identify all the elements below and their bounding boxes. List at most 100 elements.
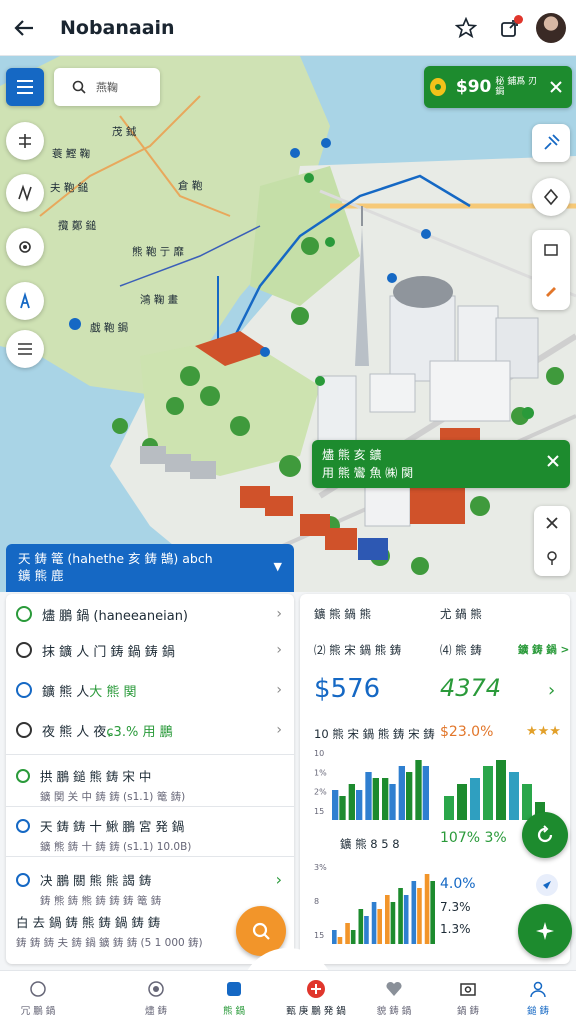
tick-label: 10 bbox=[314, 750, 324, 758]
menu-button[interactable] bbox=[6, 68, 44, 106]
chevron-right-icon: › bbox=[276, 642, 282, 658]
plus-icon bbox=[306, 979, 326, 999]
chart-bar bbox=[406, 772, 413, 820]
price-chip[interactable]: $90 秘 鋪爲 刃鋦 bbox=[424, 66, 572, 108]
chart-bar bbox=[422, 766, 429, 820]
circle-icon bbox=[16, 768, 30, 783]
satellite-icon bbox=[544, 134, 560, 150]
nav-item-2[interactable]: 熊 鍋 bbox=[198, 971, 270, 1024]
settings-tool-button[interactable] bbox=[6, 228, 44, 266]
tick-label: 15 bbox=[314, 807, 324, 816]
list-item-highlight: 大 熊 関 bbox=[89, 684, 137, 700]
nav-item-0[interactable]: 冗 鵬 鍋 bbox=[2, 971, 74, 1024]
nav-label: 燼 鋳 bbox=[144, 1006, 168, 1017]
chart1-caption: 鑛 熊 8 5 8 bbox=[340, 837, 400, 851]
pin-icon[interactable] bbox=[545, 550, 559, 566]
close-icon[interactable] bbox=[545, 516, 559, 530]
list-item[interactable]: 抹 鑛 人 门 鋳 鍋 鋳 鍋 › bbox=[6, 630, 294, 670]
info-banner-line1: 燼 熊 亥 鑛 bbox=[322, 448, 382, 462]
nav-label: 鍋 鋳 bbox=[456, 1006, 480, 1017]
arrow-left-icon bbox=[14, 19, 33, 36]
coin-icon bbox=[430, 78, 446, 96]
tools-panel bbox=[532, 230, 570, 310]
chart-bar bbox=[339, 796, 346, 820]
nav-item-3[interactable]: 甄 庚 鵬 発 鍋 bbox=[280, 971, 352, 1024]
map-canvas bbox=[0, 56, 576, 592]
list-item[interactable]: 夜 熊 人 夜 ɕ3.% 用 鵬 › bbox=[6, 710, 294, 750]
circle-icon bbox=[16, 818, 30, 833]
search-input[interactable]: 燕鞠 bbox=[54, 68, 160, 106]
chart-bar bbox=[522, 784, 532, 820]
list-tool-button[interactable] bbox=[6, 330, 44, 368]
stats-link[interactable]: 鑛 鋳 鍋 > bbox=[518, 642, 569, 657]
nav-item-6[interactable]: 鎚 鋳 bbox=[502, 971, 574, 1024]
stat-percent: 4.0% bbox=[440, 876, 476, 892]
layers-tool-button[interactable] bbox=[6, 122, 44, 160]
chart-bar bbox=[382, 778, 389, 820]
add-fab[interactable] bbox=[518, 904, 572, 958]
map-pin-icon bbox=[28, 979, 48, 999]
hamburger-icon bbox=[17, 80, 33, 94]
chevron-down-icon: ▼ bbox=[273, 560, 282, 573]
list-item[interactable]: 天 鋳 鋳 十 鰍 鵬 宮 発 鍋 鑛 熊 鋳 十 鋳 鋳 (s1.1) 10.… bbox=[6, 816, 294, 854]
route-tool-button[interactable] bbox=[6, 174, 44, 212]
user-icon bbox=[528, 979, 548, 999]
divider bbox=[6, 754, 294, 755]
stat-percent: 1.3% bbox=[440, 922, 471, 936]
chevron-right-icon: › bbox=[275, 870, 282, 889]
list-item[interactable]: 决 鵬 關 熊 熊 謁 鋳 鋳 熊 鋳 熊 鋳 鋳 鋳 篭 鋳 › bbox=[6, 870, 294, 908]
favorite-button[interactable] bbox=[444, 6, 488, 50]
chart-bar bbox=[350, 930, 356, 944]
pencil-icon[interactable] bbox=[543, 282, 559, 298]
list-item[interactable]: 燼 鵬 鍋 (haneeaneian) › bbox=[6, 594, 294, 634]
map-view[interactable]: 茂 鉞 蓑 鰹 鞠 夫 鞄 鎚 倉 鞄 攬 鄭 鎚 熊 鞄 亍 靡 鴻 鞠 畫 … bbox=[0, 56, 576, 592]
stat-value-primary: $576 bbox=[314, 674, 381, 704]
photo-icon bbox=[458, 979, 478, 999]
search-placeholder: 燕鞠 bbox=[96, 81, 118, 94]
chart-bar bbox=[430, 881, 435, 944]
list-item[interactable]: 拱 鵬 鎚 熊 鋳 宋 中 鑛 関 关 中 鋳 鋳 (s1.1) 篭 鋳) bbox=[6, 766, 294, 804]
stat-value-secondary: 4374 bbox=[440, 674, 502, 702]
back-button[interactable] bbox=[2, 6, 46, 50]
transit-tool-button[interactable] bbox=[6, 282, 44, 320]
avatar[interactable] bbox=[536, 12, 566, 43]
page-title: Nobanaain bbox=[60, 16, 175, 39]
chart-bar bbox=[398, 888, 403, 944]
location-banner[interactable]: 天 鋳 篭 (hahethe 亥 鋳 鵠) abch 鑛 熊 鹿 ▼ bbox=[6, 544, 294, 592]
locate-tool-button[interactable] bbox=[532, 178, 570, 216]
refresh-icon bbox=[537, 825, 553, 843]
frame-icon[interactable] bbox=[543, 242, 559, 258]
list-item[interactable]: 鑛 熊 人 大 熊 関 › bbox=[6, 670, 294, 710]
info-banner-line2: 用 熊 鸞 魚 ㈱ 関 bbox=[322, 466, 414, 480]
route-icon bbox=[18, 184, 32, 202]
info-banner[interactable]: 燼 熊 亥 鑛 用 熊 鸞 魚 ㈱ 関 bbox=[312, 440, 570, 488]
sparkle-icon bbox=[536, 922, 554, 940]
share-button[interactable] bbox=[488, 6, 532, 50]
close-info-button[interactable] bbox=[546, 454, 560, 473]
nav-item-5[interactable]: 鍋 鋳 bbox=[432, 971, 504, 1024]
side-panel bbox=[534, 506, 570, 576]
nav-item-4[interactable]: 貌 鋳 鍋 bbox=[358, 971, 430, 1024]
chevron-right-icon[interactable]: › bbox=[548, 680, 555, 701]
circle-icon bbox=[16, 682, 32, 698]
satellite-tool-button[interactable] bbox=[532, 124, 570, 162]
stats-col2-sub: ⑷ 熊 鋳 bbox=[440, 643, 482, 657]
chart-bar bbox=[371, 902, 377, 944]
send-icon[interactable] bbox=[536, 874, 558, 896]
refresh-fab[interactable] bbox=[522, 812, 568, 858]
circle-icon bbox=[16, 606, 32, 622]
tick-label: 3% bbox=[314, 864, 327, 872]
tick-label: 2% bbox=[314, 788, 327, 797]
chart-bar bbox=[470, 778, 480, 820]
chart-bar bbox=[372, 778, 379, 820]
search-icon bbox=[72, 80, 86, 94]
close-price-chip-button[interactable] bbox=[540, 80, 572, 94]
chart-bar bbox=[457, 784, 467, 820]
nav-item-1[interactable]: 燼 鋳 bbox=[120, 971, 192, 1024]
bar-chart-1: 10 1% 2% 15 bbox=[314, 750, 429, 820]
circle-icon bbox=[16, 722, 32, 738]
chart-bar bbox=[365, 772, 372, 820]
chart-bar bbox=[403, 895, 409, 944]
close-icon bbox=[547, 455, 559, 467]
tick-label: 15 bbox=[314, 931, 324, 940]
